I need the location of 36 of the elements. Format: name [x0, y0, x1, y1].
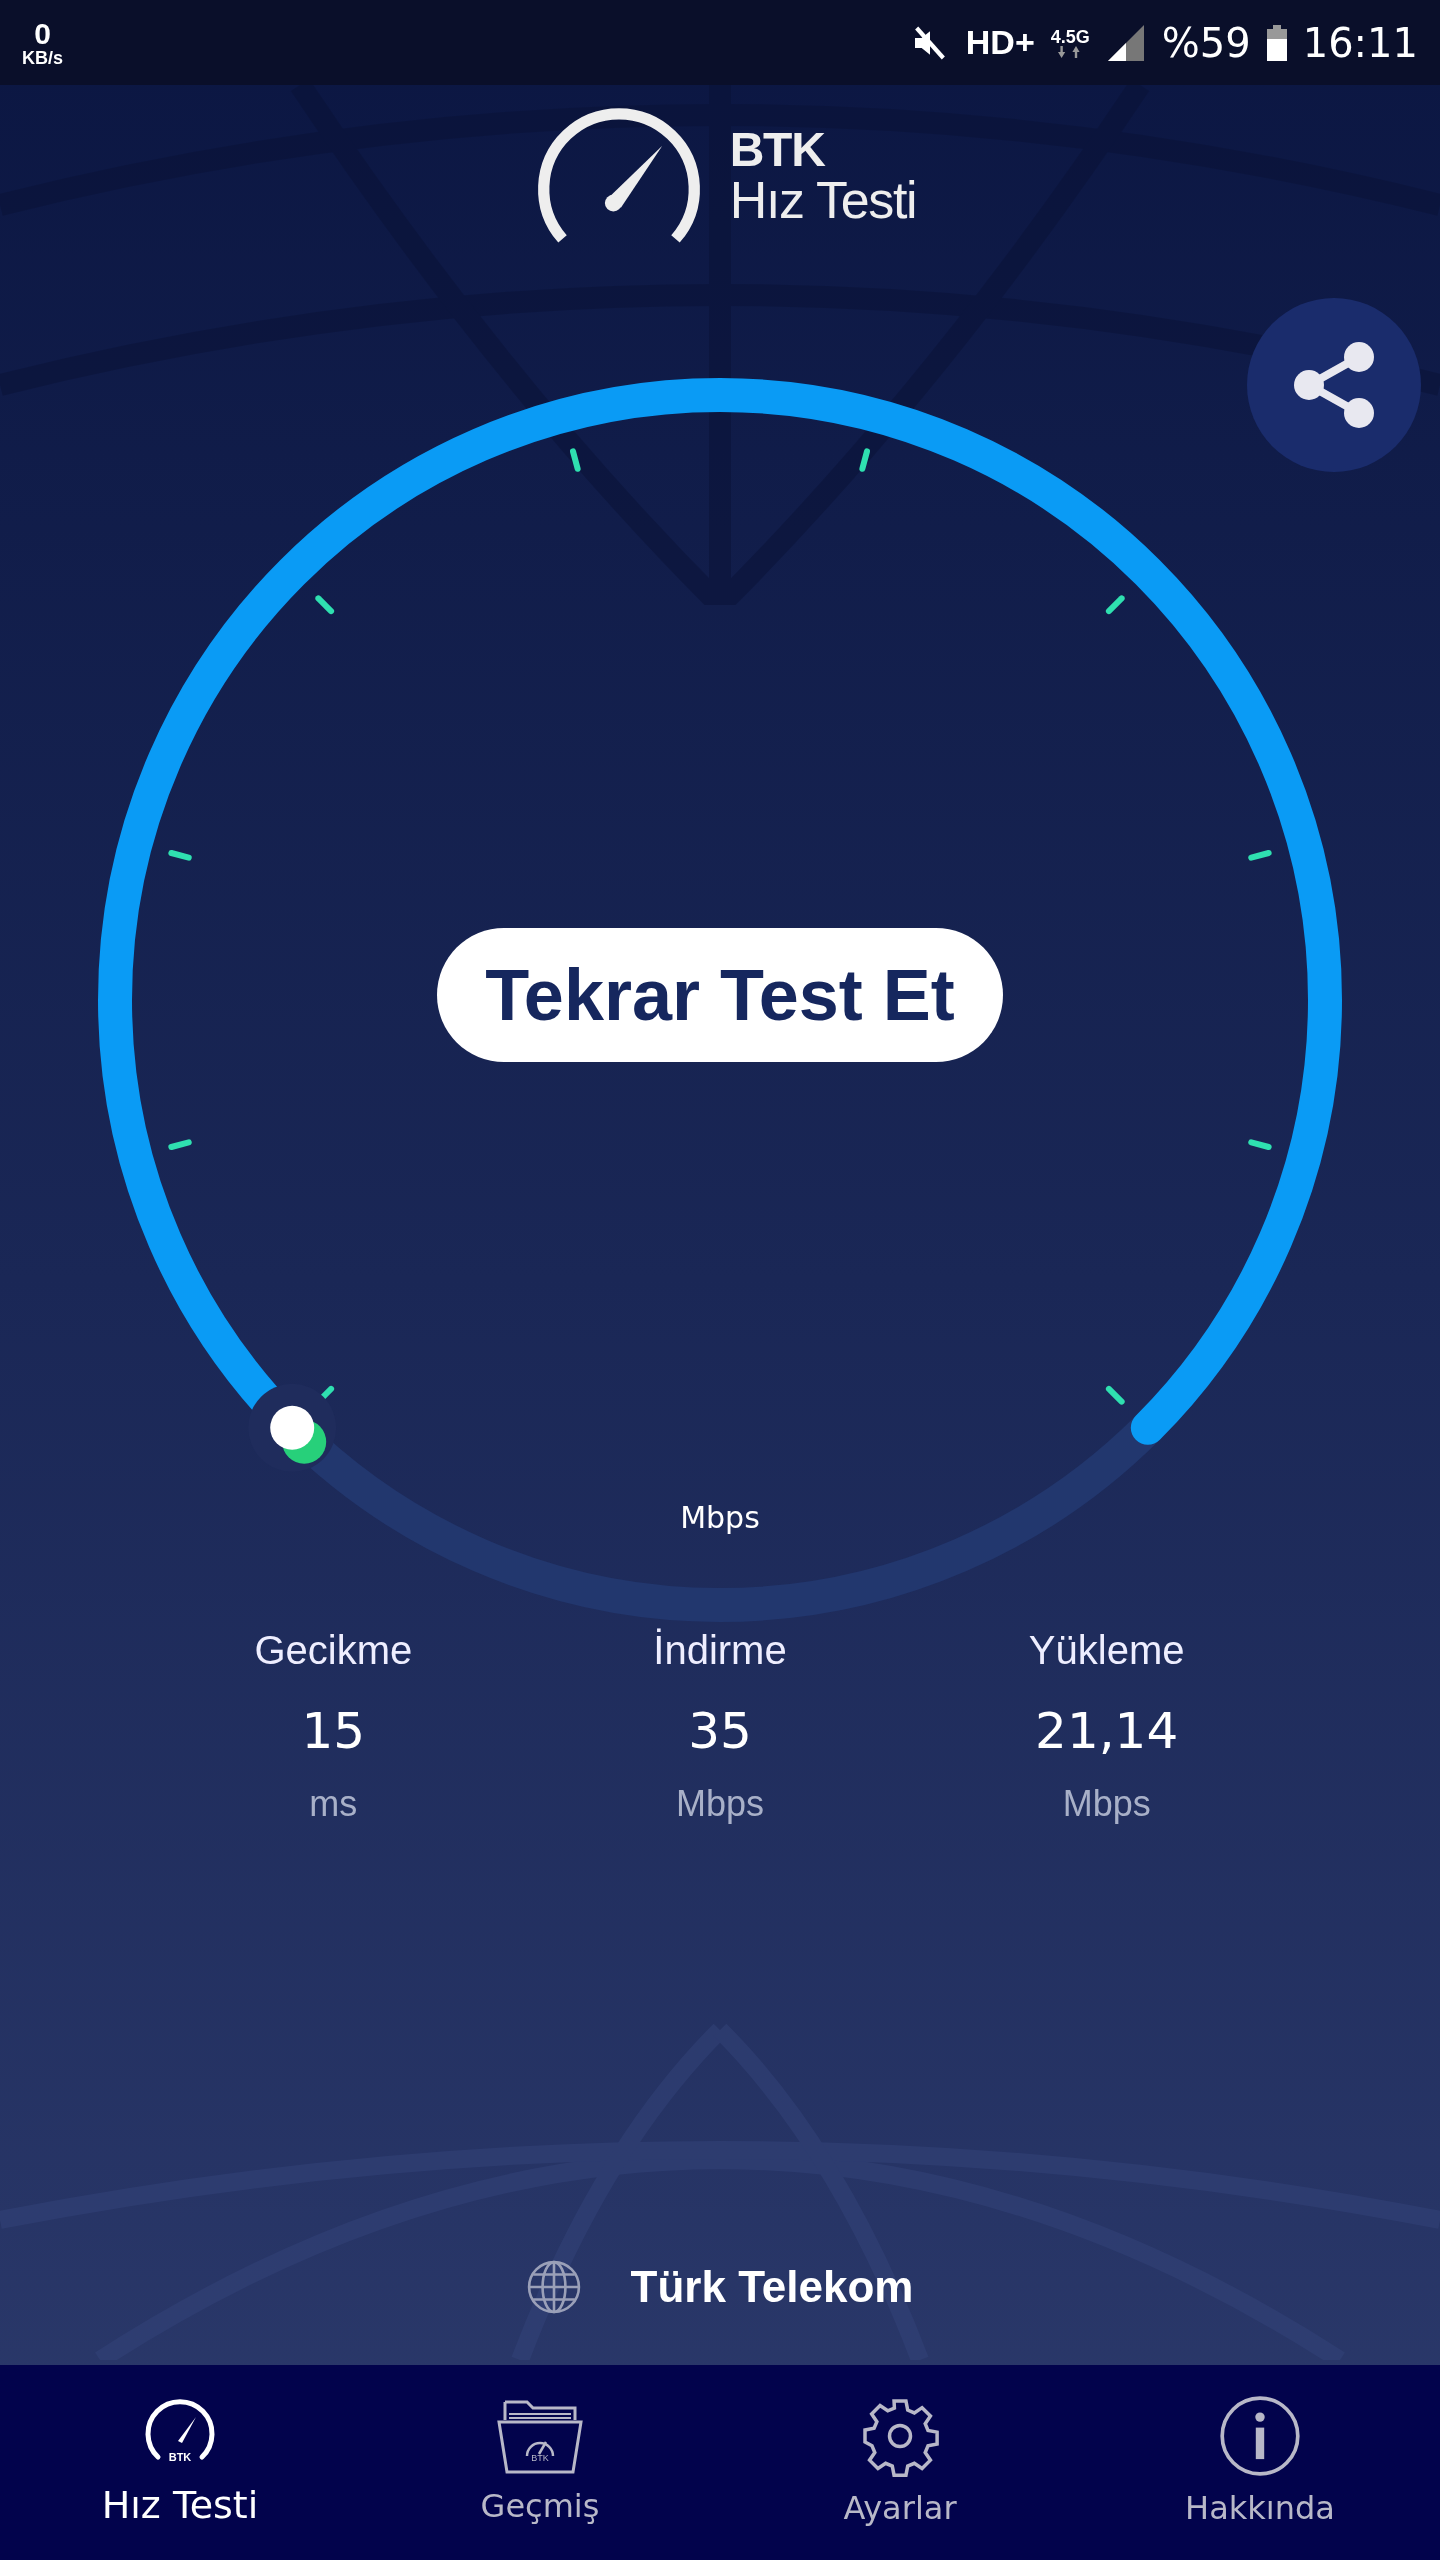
clock: 16:11: [1302, 18, 1418, 68]
gauge-tick: [315, 595, 335, 615]
gauge-unit: Mbps: [680, 1499, 760, 1537]
network-speed-unit: KB/s: [22, 48, 63, 67]
logo-title: Hız Testi: [729, 173, 917, 226]
nav-tab[interactable]: Ayarlar: [720, 2365, 1080, 2560]
info-icon: [1218, 2393, 1302, 2478]
result-value: 15: [301, 1701, 366, 1762]
battery-icon: [1266, 24, 1287, 61]
gauge-tick: [1248, 850, 1272, 861]
result-value: 35: [688, 1701, 752, 1762]
nav-tab[interactable]: Hakkında: [1080, 2365, 1440, 2560]
battery-percent: %59: [1161, 18, 1251, 68]
network-speed: 0: [34, 18, 51, 49]
result-label: Gecikme: [254, 1627, 413, 1674]
network-label: HD+: [965, 22, 1035, 63]
result-unit: Mbps: [675, 1782, 764, 1826]
result-value: 21,14: [1035, 1701, 1179, 1762]
gauge-tick: [168, 1139, 192, 1150]
result-label: İndirme: [653, 1627, 787, 1674]
operator-name: Türk Telekom: [630, 2261, 914, 2313]
gauge-tick: [859, 448, 870, 472]
logo-brand: BTK: [729, 125, 826, 174]
globe-icon: [526, 2260, 581, 2314]
gauge-tick: [570, 448, 581, 472]
result-unit: ms: [309, 1782, 358, 1826]
network-type: 4.5G: [1050, 27, 1090, 46]
gauge-tick: [1105, 1385, 1125, 1405]
gauge-tick: [1248, 1139, 1272, 1150]
gauge-tick: [1105, 595, 1125, 615]
result-label: Yükleme: [1028, 1627, 1185, 1674]
nav-tab[interactable]: BTK Hız Testi: [0, 2365, 360, 2560]
gauge-tick: [168, 850, 192, 861]
result-unit: Mbps: [1062, 1782, 1151, 1826]
nav-tab[interactable]: BTK Geçmiş: [360, 2365, 720, 2560]
retest-button[interactable]: Tekrar Test Et: [437, 928, 1003, 1062]
